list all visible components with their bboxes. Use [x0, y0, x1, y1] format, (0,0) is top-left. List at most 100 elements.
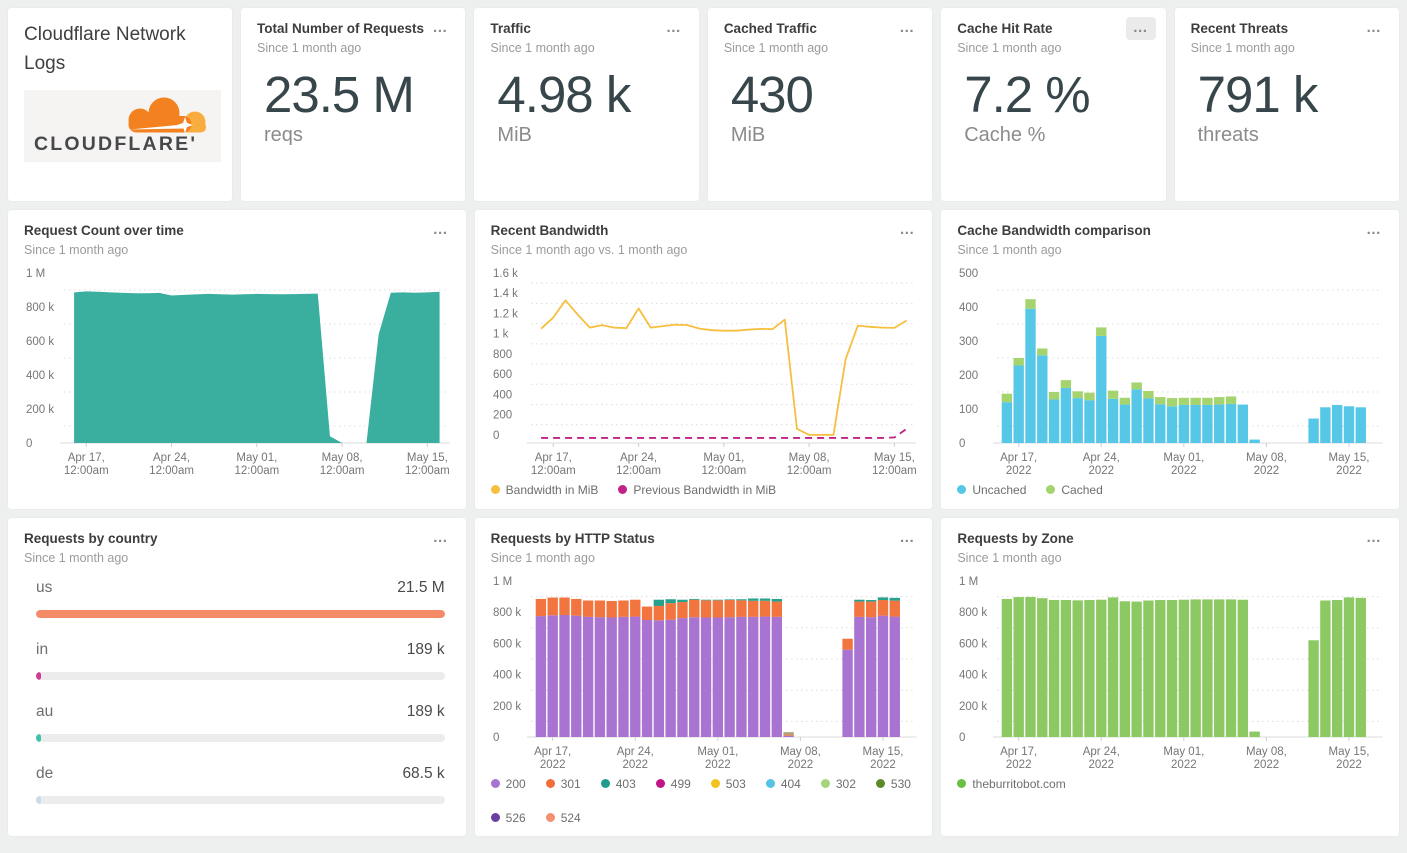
ellipsis-menu-icon[interactable]: …: [1359, 527, 1389, 550]
country-row: de 68.5 k: [36, 765, 445, 804]
legend-item[interactable]: theburritobot.com: [957, 777, 1066, 791]
bar-segment: [547, 597, 558, 616]
bar-segment: [1178, 599, 1190, 737]
legend-dot-icon: [655, 779, 665, 789]
ellipsis-menu-icon[interactable]: …: [659, 17, 689, 40]
bar-segment: [535, 615, 546, 737]
y-axis-tick-label: 600: [493, 369, 512, 381]
y-axis-tick-label: 600 k: [959, 638, 987, 650]
country-value: 189 k: [406, 702, 445, 720]
panel-subtitle: Since 1 month ago: [957, 242, 1062, 257]
y-axis-tick-label: 1 k: [493, 329, 509, 341]
legend-item[interactable]: 499: [655, 777, 691, 791]
stat-unit: MiB: [497, 124, 532, 147]
bar-segment: [1202, 397, 1213, 405]
panel-subtitle: Since 1 month ago: [24, 242, 129, 257]
x-axis-tick-label: 12:00am: [234, 465, 279, 477]
country-bar-gauges: us 21.5 M in 189 k au 189 k de 68.5 k: [24, 579, 450, 804]
legend-item[interactable]: 526: [490, 811, 526, 825]
bar-segment: [1143, 398, 1154, 443]
bar-segment: [1167, 397, 1178, 407]
legend-label: 530: [890, 776, 911, 791]
bar-segment: [1120, 404, 1131, 443]
bar-segment: [1037, 355, 1048, 443]
legend-item[interactable]: 301: [545, 777, 581, 791]
middle-row: Request Count over time Since 1 month ag…: [8, 210, 1400, 509]
ellipsis-menu-icon[interactable]: …: [425, 17, 455, 40]
legend-item[interactable]: Uncached: [957, 483, 1026, 497]
bar-segment: [1072, 397, 1084, 443]
bar-segment: [889, 597, 900, 601]
x-axis-tick-label: 12:00am: [531, 465, 576, 477]
ellipsis-menu-icon[interactable]: …: [426, 219, 456, 242]
x-axis-tick-label: May 15,: [1329, 452, 1370, 464]
panel-title: Requests by Zone: [957, 531, 1074, 546]
bar-segment: [747, 600, 759, 617]
bar-segment: [877, 615, 888, 737]
bar-segment: [735, 600, 747, 617]
dashboard: Cloudflare Network Logs CLOUDFLARE' Tota…: [0, 0, 1407, 853]
legend-dot-icon: [1046, 485, 1056, 495]
x-axis-tick-label: 2022: [1006, 759, 1032, 771]
y-axis-tick-label: 0: [959, 732, 965, 744]
y-axis-tick-label: 400: [959, 302, 978, 314]
bar-segment: [1202, 404, 1213, 443]
legend-item[interactable]: Bandwidth in MiB: [490, 483, 598, 497]
panel-request-count-over-time: Request Count over time Since 1 month ag…: [8, 210, 466, 509]
bar-segment: [1131, 601, 1143, 737]
ellipsis-menu-icon[interactable]: …: [892, 527, 922, 550]
legend-item[interactable]: 503: [710, 776, 746, 791]
legend-item[interactable]: 530: [875, 776, 911, 791]
bar-segment: [688, 599, 700, 618]
ellipsis-menu-icon[interactable]: …: [892, 219, 922, 242]
chart-legend: Uncached Cached: [957, 483, 1383, 497]
legend-label: 503: [725, 776, 746, 791]
ellipsis-menu-icon[interactable]: …: [1359, 219, 1389, 242]
x-axis-tick-label: May 01,: [1164, 746, 1205, 758]
legend-item[interactable]: Cached: [1046, 482, 1103, 497]
panel-subtitle: Since 1 month ago: [490, 40, 595, 55]
bar-segment: [1178, 397, 1190, 405]
chart-legend: theburritobot.com: [957, 777, 1383, 791]
legend-dot-icon: [545, 779, 555, 789]
bar-segment: [570, 615, 582, 737]
bar-segment: [1061, 599, 1072, 737]
panel-title: Traffic: [490, 21, 531, 36]
legend-item[interactable]: 200: [490, 777, 526, 791]
x-axis-tick-label: 2022: [787, 759, 813, 771]
legend-item[interactable]: 403: [600, 776, 636, 791]
bar-segment: [1013, 365, 1025, 443]
x-axis-tick-label: 12:00am: [872, 465, 917, 477]
bar-segment: [1332, 404, 1343, 443]
bar-segment: [700, 617, 711, 737]
panel-title: Requests by HTTP Status: [490, 531, 655, 546]
legend-item[interactable]: Previous Bandwidth in MiB: [618, 483, 776, 497]
x-axis-tick-label: Apr 24,: [1083, 452, 1120, 464]
ellipsis-menu-icon[interactable]: …: [892, 17, 922, 40]
legend-label: 403: [615, 776, 636, 791]
y-axis-tick-label: 800: [493, 349, 512, 361]
bar-segment: [747, 616, 759, 737]
legend-label: 404: [780, 776, 801, 791]
panel-title: Cached Traffic: [723, 21, 817, 36]
ellipsis-menu-icon[interactable]: …: [1125, 17, 1156, 40]
bar-segment: [582, 600, 593, 617]
bar-segment: [1049, 599, 1060, 737]
bar-segment: [1120, 601, 1131, 737]
legend-item[interactable]: 302: [820, 777, 856, 791]
recent-bandwidth-line-chart: 1.6 k1.4 k1.2 k1 k8006004002000Apr 17,12…: [493, 268, 917, 477]
legend-item[interactable]: 404: [765, 776, 801, 791]
country-row: au 189 k: [36, 703, 445, 742]
ellipsis-menu-icon[interactable]: …: [1359, 17, 1389, 40]
bar-segment: [712, 617, 723, 737]
bar-segment: [1226, 396, 1237, 404]
country-value: 21.5 M: [397, 578, 445, 596]
y-axis-tick-label: 300: [959, 336, 978, 348]
legend-item[interactable]: 524: [545, 811, 581, 825]
ellipsis-menu-icon[interactable]: …: [426, 527, 456, 550]
stat-value: 7.2 %: [964, 65, 1090, 123]
stat-body: 4.98 k MiB: [490, 68, 682, 148]
y-axis-tick-label: 1.6 k: [493, 268, 518, 280]
legend-label: Cached: [1061, 482, 1103, 497]
bar-segment: [1190, 397, 1202, 405]
